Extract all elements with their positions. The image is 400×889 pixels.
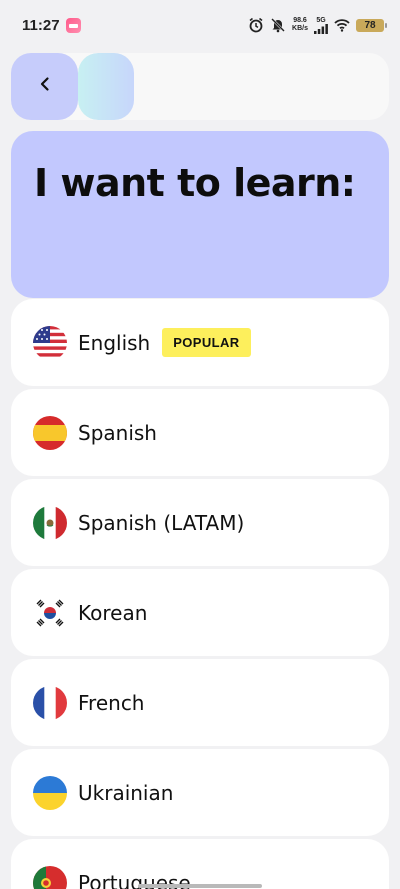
wifi-icon — [334, 17, 350, 33]
network-type: 5G — [316, 16, 326, 24]
network-speed: 98.6 KB/s — [292, 17, 308, 33]
page-title: I want to learn: — [34, 161, 356, 205]
popular-badge: POPULAR — [162, 328, 251, 357]
language-label: Spanish — [78, 420, 157, 445]
mute-bell-icon — [270, 17, 286, 33]
network-speed-unit: KB/s — [292, 25, 308, 32]
language-item-english[interactable]: English POPULAR — [11, 299, 389, 386]
france-flag-icon — [33, 685, 67, 720]
progress-bar — [78, 53, 389, 120]
back-button[interactable] — [11, 53, 78, 120]
language-item-spanish-latam[interactable]: Spanish (LATAM) — [11, 479, 389, 566]
status-time: 11:27 — [22, 16, 60, 34]
ukraine-flag-icon — [33, 775, 67, 810]
alarm-icon — [248, 17, 264, 33]
language-label: Spanish (LATAM) — [78, 510, 245, 535]
signal-bars-icon — [314, 23, 328, 34]
language-item-french[interactable]: French — [11, 659, 389, 746]
language-item-spanish[interactable]: Spanish — [11, 389, 389, 476]
language-item-ukrainian[interactable]: Ukrainian — [11, 749, 389, 836]
chevron-left-icon — [37, 76, 53, 97]
language-label: French — [78, 690, 145, 715]
top-nav-bar — [11, 53, 389, 120]
status-bar: 11:27 98.6 KB/s 5G 78 — [0, 0, 400, 50]
us-flag-icon — [33, 325, 67, 360]
cellular-signal: 5G — [314, 17, 328, 34]
app-notification-icon — [65, 17, 81, 33]
language-label: Ukrainian — [78, 780, 174, 805]
spain-flag-icon — [33, 415, 67, 450]
mexico-flag-icon — [33, 505, 67, 540]
south-korea-flag-icon — [33, 595, 67, 630]
language-label: Korean — [78, 600, 148, 625]
language-item-korean[interactable]: Korean — [11, 569, 389, 656]
language-item-portuguese[interactable]: Portuguese — [11, 839, 389, 889]
language-label: English — [78, 330, 151, 355]
network-speed-value: 98.6 — [293, 17, 307, 24]
portugal-flag-icon — [33, 865, 67, 889]
battery-indicator: 78 — [356, 18, 387, 32]
progress-fill — [78, 53, 134, 120]
home-indicator[interactable] — [138, 884, 262, 888]
header-card: I want to learn: — [11, 131, 389, 298]
status-left: 11:27 — [22, 17, 81, 34]
status-right: 98.6 KB/s 5G 78 — [248, 17, 387, 34]
